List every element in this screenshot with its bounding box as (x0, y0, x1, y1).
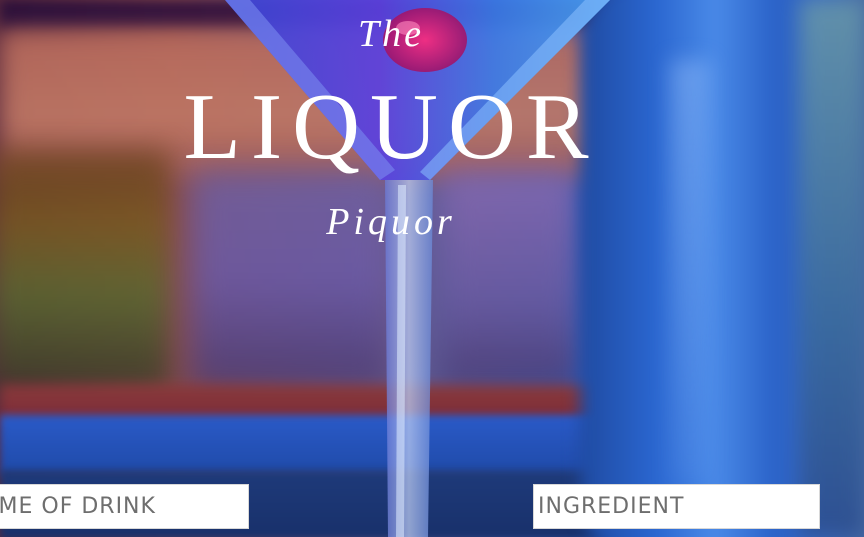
title-the: The (358, 13, 424, 55)
title-piquor: Piquor (326, 201, 456, 243)
drink-name-search-input[interactable] (0, 484, 249, 529)
ingredient-search-input[interactable] (533, 484, 820, 529)
hero-banner: The LIQUOR Piquor (0, 0, 864, 537)
title-liquor: LIQUOR (183, 75, 599, 179)
